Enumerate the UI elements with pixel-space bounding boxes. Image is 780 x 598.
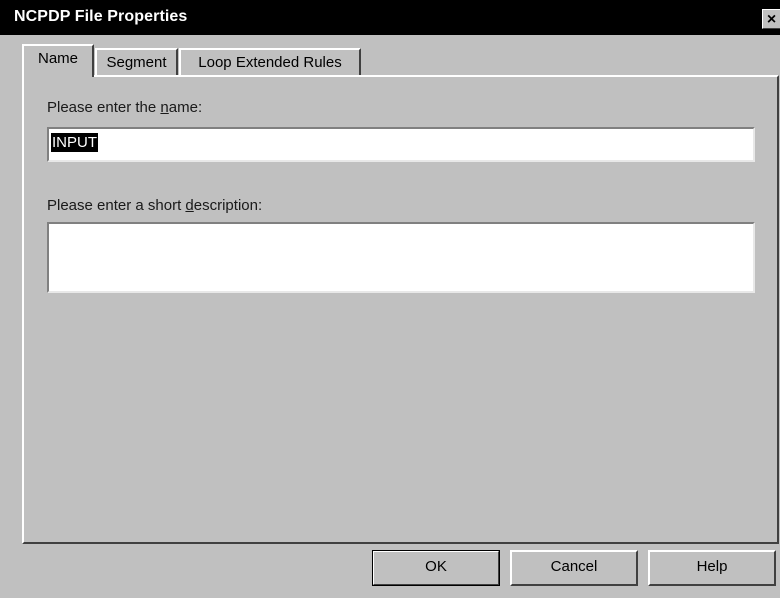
tab-segment-label: Segment bbox=[106, 54, 167, 71]
tab-loop-extended-rules[interactable]: Loop Extended Rules bbox=[179, 48, 361, 76]
tab-panel-name: Please enter the name: INPUT Please ente… bbox=[22, 75, 779, 544]
name-input-value: INPUT bbox=[51, 133, 98, 152]
cancel-button-label: Cancel bbox=[550, 558, 598, 575]
tab-name-label: Name bbox=[37, 50, 78, 67]
ok-button-label: OK bbox=[425, 558, 447, 575]
window-title: NCPDP File Properties bbox=[14, 8, 188, 25]
description-label: Please enter a short description: bbox=[47, 197, 263, 214]
help-button[interactable]: Help bbox=[648, 550, 776, 586]
tab-name[interactable]: Name bbox=[22, 44, 94, 77]
close-icon: × bbox=[766, 11, 777, 28]
ok-button[interactable]: OK bbox=[372, 550, 500, 586]
help-button-label: Help bbox=[696, 558, 728, 575]
title-bar: NCPDP File Properties × bbox=[0, 0, 780, 35]
tab-segment[interactable]: Segment bbox=[95, 48, 178, 76]
close-button[interactable]: × bbox=[762, 9, 780, 29]
cancel-button[interactable]: Cancel bbox=[510, 550, 638, 586]
description-textarea[interactable] bbox=[47, 222, 755, 293]
tab-loop-extended-rules-label: Loop Extended Rules bbox=[198, 54, 342, 71]
name-input[interactable]: INPUT bbox=[47, 127, 755, 162]
name-label: Please enter the name: bbox=[47, 99, 203, 116]
